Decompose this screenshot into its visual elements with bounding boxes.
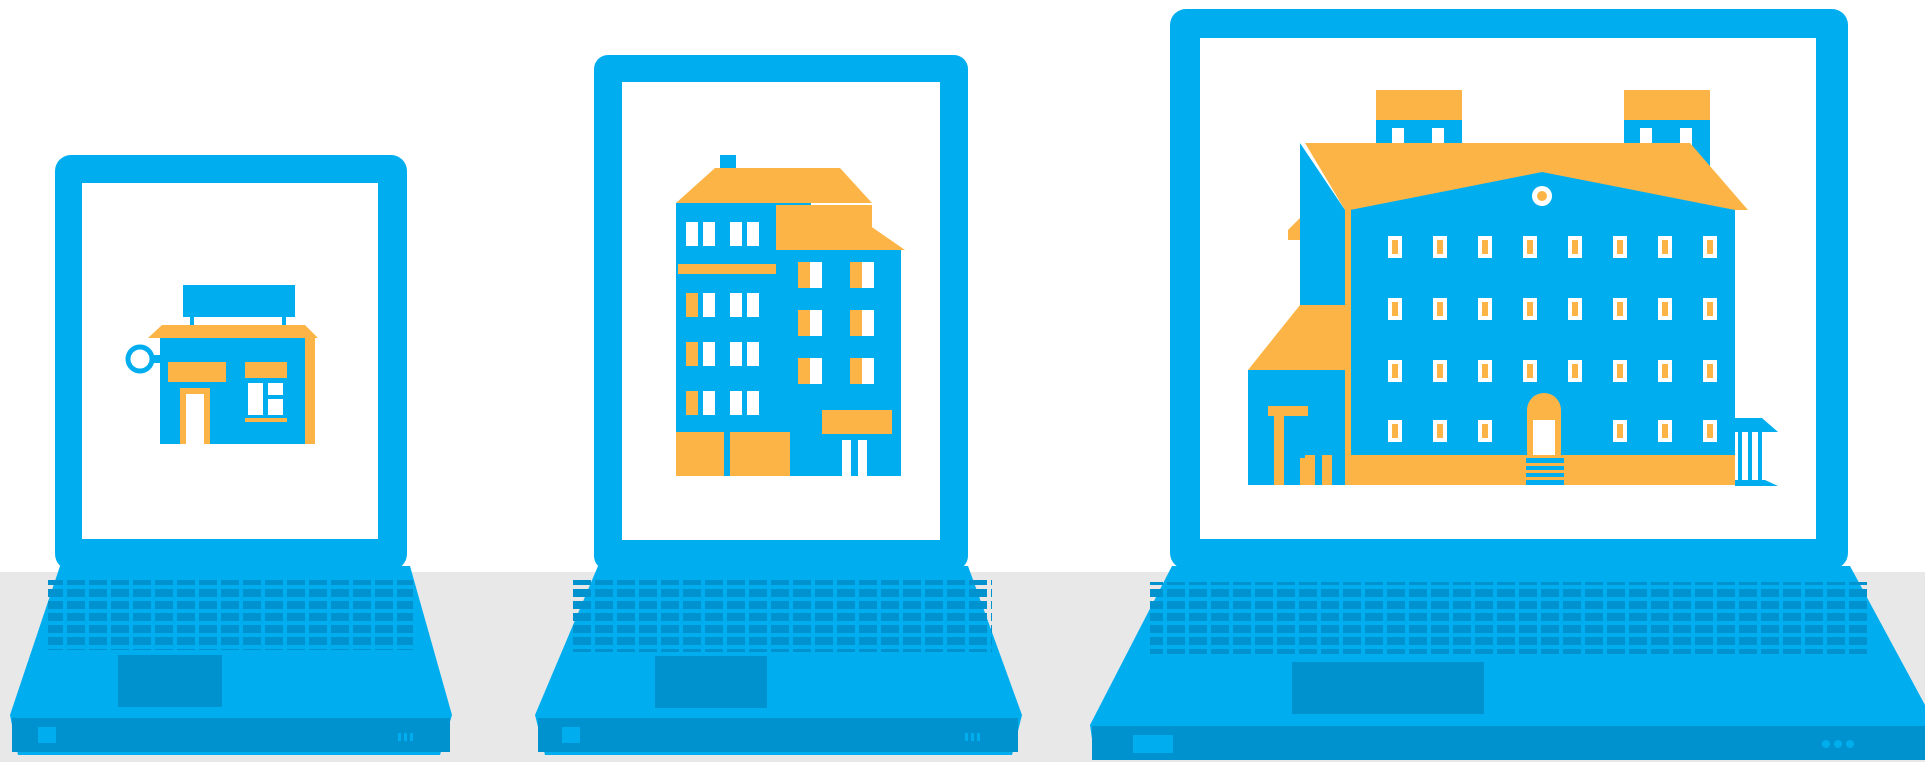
building-window-pane bbox=[1527, 240, 1533, 254]
building-window-pane bbox=[1617, 240, 1623, 254]
building-window-pane bbox=[1392, 364, 1398, 378]
building-window-pane bbox=[1707, 302, 1713, 316]
large-office-building-icon bbox=[1248, 90, 1778, 486]
large-laptop bbox=[1090, 9, 1925, 760]
small-laptop bbox=[10, 155, 452, 755]
medium-laptop-keyboard bbox=[572, 580, 992, 652]
building-window-pane bbox=[1662, 302, 1668, 316]
medium-laptop-front-strip bbox=[538, 718, 1018, 752]
building-window-pane bbox=[1527, 364, 1533, 378]
medium-laptop-trackpad bbox=[655, 656, 767, 708]
building-window-pane bbox=[1482, 302, 1488, 316]
building-window-pane bbox=[1482, 240, 1488, 254]
building-window-pane bbox=[1437, 240, 1443, 254]
building-window-pane bbox=[1437, 364, 1443, 378]
building-window-pane bbox=[1437, 424, 1443, 438]
large-laptop-front-strip bbox=[1092, 726, 1925, 760]
building-window-pane bbox=[1662, 364, 1668, 378]
building-window-pane bbox=[1572, 302, 1578, 316]
building-window-pane bbox=[1392, 240, 1398, 254]
small-laptop-port-icon bbox=[38, 727, 56, 743]
medium-laptop-port-icon bbox=[562, 727, 580, 743]
building-window-pane bbox=[1707, 424, 1713, 438]
large-laptop-port-icon bbox=[1133, 735, 1173, 753]
building-window-pane bbox=[1392, 424, 1398, 438]
building-window-pane bbox=[1482, 364, 1488, 378]
building-window-pane bbox=[1437, 302, 1443, 316]
medium-laptop bbox=[535, 55, 1022, 755]
illustration bbox=[0, 0, 1925, 762]
building-window-pane bbox=[1662, 240, 1668, 254]
building-window-pane bbox=[1707, 240, 1713, 254]
large-laptop-indicator-lights bbox=[1822, 740, 1854, 748]
small-laptop-keyboard bbox=[48, 580, 413, 650]
building-window-pane bbox=[1572, 364, 1578, 378]
small-laptop-front-strip bbox=[12, 718, 450, 752]
building-window-pane bbox=[1617, 424, 1623, 438]
building-window-pane bbox=[1392, 302, 1398, 316]
large-laptop-keyboard bbox=[1150, 582, 1870, 654]
small-laptop-indicator-lights bbox=[398, 733, 413, 741]
medium-laptop-indicator-lights bbox=[965, 733, 980, 741]
building-window-pane bbox=[1482, 424, 1488, 438]
large-laptop-trackpad bbox=[1292, 662, 1484, 714]
building-window-pane bbox=[1617, 302, 1623, 316]
building-window-pane bbox=[1572, 240, 1578, 254]
small-laptop-trackpad bbox=[118, 655, 222, 707]
building-window-pane bbox=[1662, 424, 1668, 438]
building-window-pane bbox=[1527, 302, 1533, 316]
building-window-pane bbox=[1707, 364, 1713, 378]
building-window-pane bbox=[1617, 364, 1623, 378]
